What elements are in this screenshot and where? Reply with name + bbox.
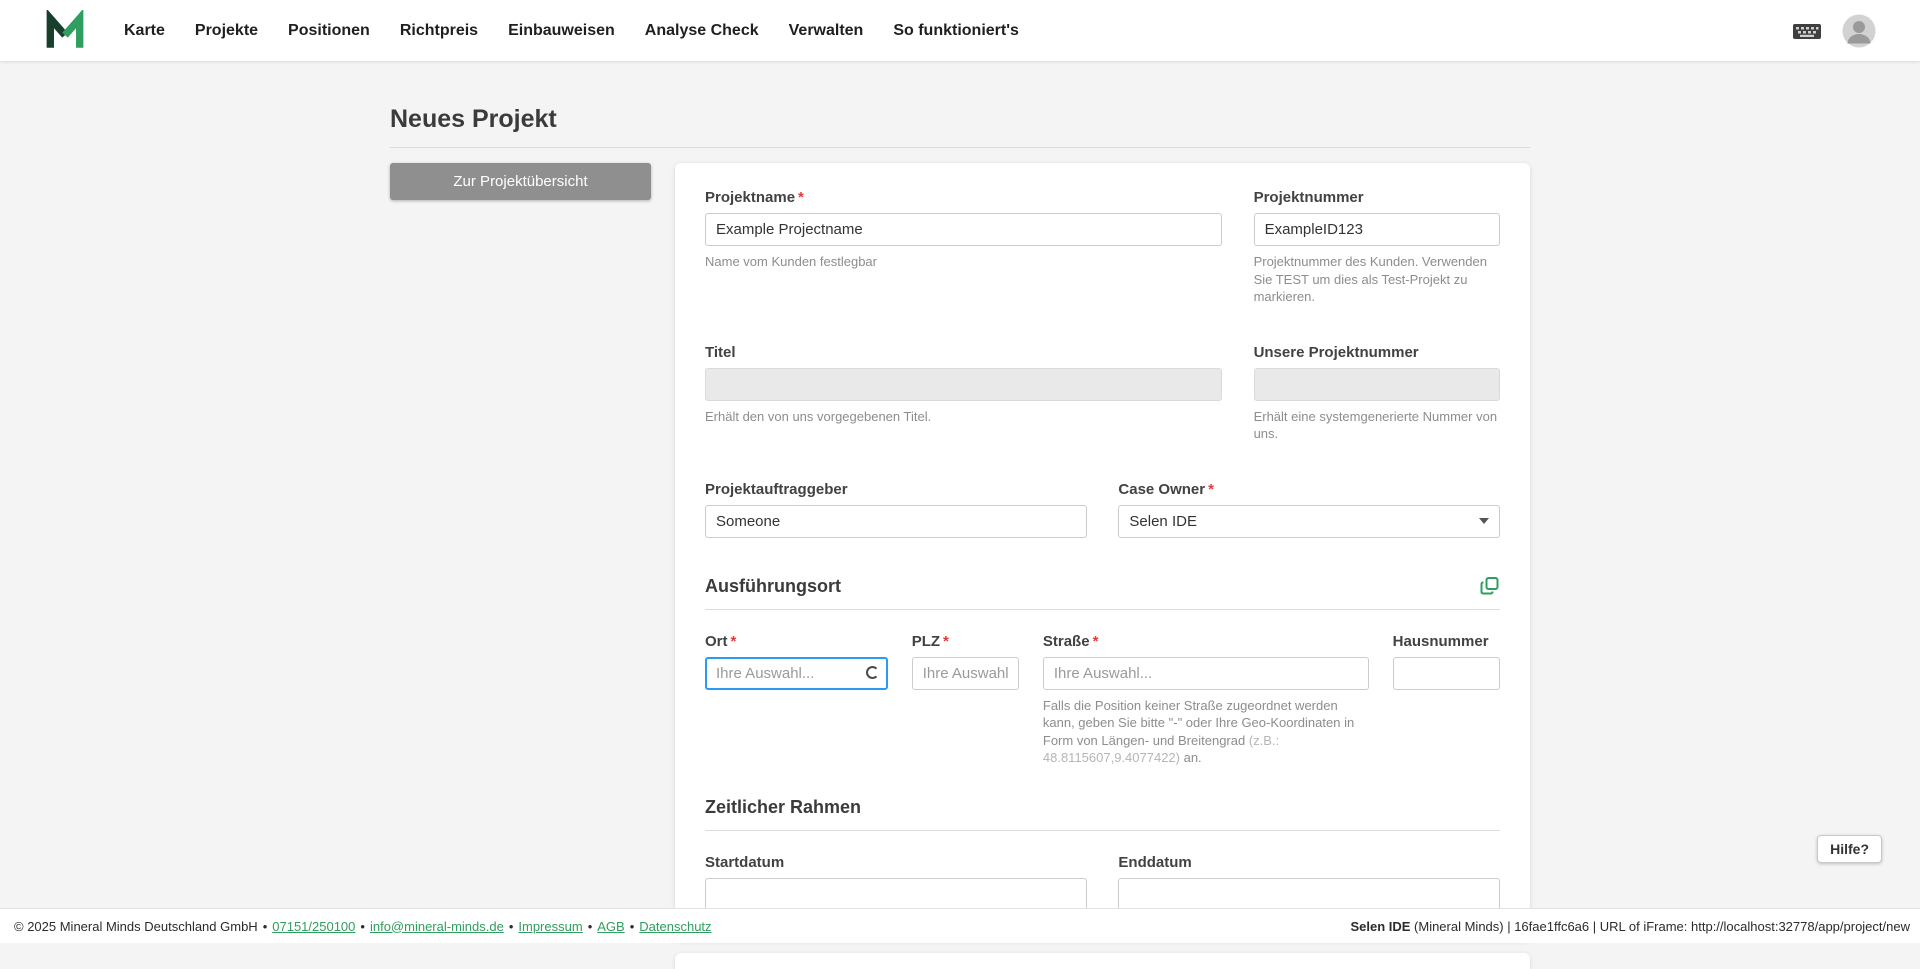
left-column: Zur Projektübersicht [390,163,675,200]
next-card-peek [675,953,1530,969]
nav-item-einbauweisen[interactable]: Einbauweisen [508,22,615,40]
session-user: Selen IDE [1350,919,1410,934]
nav-item-so-funktionierts[interactable]: So funktioniert's [893,22,1019,40]
main-content: Neues Projekt Zur Projektübersicht Proje… [0,61,1920,969]
required-asterisk: * [1208,481,1214,498]
projektname-input[interactable] [705,213,1222,246]
unsere-projektnummer-input [1254,368,1500,401]
ausfuehrungsort-heading: Ausführungsort [705,576,841,597]
nav-item-analyse-check[interactable]: Analyse Check [645,22,759,40]
ort-input[interactable] [705,657,888,690]
titel-helper: Erhält den von uns vorgegebenen Titel. [705,408,1222,426]
hilfe-button[interactable]: Hilfe? [1817,835,1882,863]
ort-label-text: Ort [705,633,728,650]
plz-input[interactable] [912,657,1019,690]
titel-input [705,368,1222,401]
section-ausfuehrungsort: Ausführungsort [705,576,1500,610]
nav-item-richtpreis[interactable]: Richtpreis [400,22,478,40]
page-title: Neues Projekt [390,105,1530,147]
row-projektname: Projektname* Name vom Kunden festlegbar … [705,189,1500,306]
nav-item-karte[interactable]: Karte [124,22,165,40]
nav-item-projekte[interactable]: Projekte [195,22,258,40]
logo-icon [44,10,86,52]
case-owner-label: Case Owner* [1118,481,1500,498]
section-zeitlicher-rahmen: Zeitlicher Rahmen [705,797,1500,831]
unsere-projektnummer-helper: Erhält eine systemgenerierte Nummer von … [1254,408,1500,443]
agb-link[interactable]: AGB [597,919,624,934]
hausnummer-label: Hausnummer [1393,633,1500,650]
iframe-info: (Mineral Minds) | 16fae1ffc6a6 | URL of … [1410,919,1910,934]
strasse-input[interactable] [1043,657,1369,690]
row-dates: Startdatum Enddatum [705,854,1500,911]
case-owner-select[interactable]: Selen IDE [1118,505,1500,538]
projektnummer-helper: Projektnummer des Kunden. Verwenden Sie … [1254,253,1500,306]
startdatum-input[interactable] [705,878,1087,911]
row-auftraggeber: Projektauftraggeber Case Owner* Selen ID… [705,481,1500,538]
footer-separator: • [360,919,365,934]
required-asterisk: * [798,189,804,206]
footer: © 2025 Mineral Minds Deutschland GmbH • … [0,908,1920,943]
chevron-down-icon [1479,518,1489,524]
row-titel: Titel Erhält den von uns vorgegebenen Ti… [705,344,1500,443]
keyboard-icon[interactable] [1792,19,1822,43]
projektname-label: Projektname* [705,189,1222,206]
plz-label-text: PLZ [912,633,940,650]
projektauftraggeber-label: Projektauftraggeber [705,481,1087,498]
navbar-right [1792,14,1876,48]
plz-label: PLZ* [912,633,1019,650]
footer-left: © 2025 Mineral Minds Deutschland GmbH • … [14,919,712,934]
projektnummer-input[interactable] [1254,213,1500,246]
nav-item-verwalten[interactable]: Verwalten [789,22,864,40]
required-asterisk: * [943,633,949,650]
footer-right: Selen IDE (Mineral Minds) | 16fae1ffc6a6… [1350,919,1910,934]
strasse-helper-end: an. [1180,750,1202,765]
footer-separator: • [509,919,514,934]
case-owner-label-text: Case Owner [1118,481,1205,498]
footer-separator: • [588,919,593,934]
titel-label: Titel [705,344,1222,361]
mineral-minds-logo[interactable] [44,10,86,52]
impressum-link[interactable]: Impressum [518,919,582,934]
zur-projektuebersicht-button[interactable]: Zur Projektübersicht [390,163,651,200]
phone-link[interactable]: 07151/250100 [272,919,355,934]
top-navbar: Karte Projekte Positionen Richtpreis Ein… [0,0,1920,61]
startdatum-label: Startdatum [705,854,1087,871]
case-owner-value: Selen IDE [1129,513,1197,530]
row-location: Ort* PLZ* Straße* [705,633,1500,767]
zeitlicher-rahmen-heading: Zeitlicher Rahmen [705,797,861,818]
strasse-helper: Falls die Position keiner Straße zugeord… [1043,697,1369,767]
footer-separator: • [263,919,268,934]
projektname-helper: Name vom Kunden festlegbar [705,253,1222,271]
datenschutz-link[interactable]: Datenschutz [639,919,711,934]
enddatum-label: Enddatum [1118,854,1500,871]
strasse-label: Straße* [1043,633,1369,650]
copy-icon[interactable] [1480,576,1500,596]
loading-spinner-icon [866,666,879,679]
hausnummer-input[interactable] [1393,657,1500,690]
user-avatar[interactable] [1842,14,1876,48]
project-form-card: Projektname* Name vom Kunden festlegbar … [675,163,1530,941]
projektname-label-text: Projektname [705,189,795,206]
projektauftraggeber-input[interactable] [705,505,1087,538]
footer-separator: • [630,919,635,934]
unsere-projektnummer-label: Unsere Projektnummer [1254,344,1500,361]
copyright-text: © 2025 Mineral Minds Deutschland GmbH [14,919,258,934]
strasse-label-text: Straße [1043,633,1090,650]
strasse-helper-main: Falls die Position keiner Straße zugeord… [1043,698,1354,748]
main-nav: Karte Projekte Positionen Richtpreis Ein… [124,22,1019,40]
right-column: Projektname* Name vom Kunden festlegbar … [675,163,1530,969]
nav-item-positionen[interactable]: Positionen [288,22,370,40]
projektnummer-label: Projektnummer [1254,189,1500,206]
required-asterisk: * [731,633,737,650]
title-divider [390,147,1530,148]
enddatum-input[interactable] [1118,878,1500,911]
required-asterisk: * [1093,633,1099,650]
ort-label: Ort* [705,633,888,650]
email-link[interactable]: info@mineral-minds.de [370,919,504,934]
